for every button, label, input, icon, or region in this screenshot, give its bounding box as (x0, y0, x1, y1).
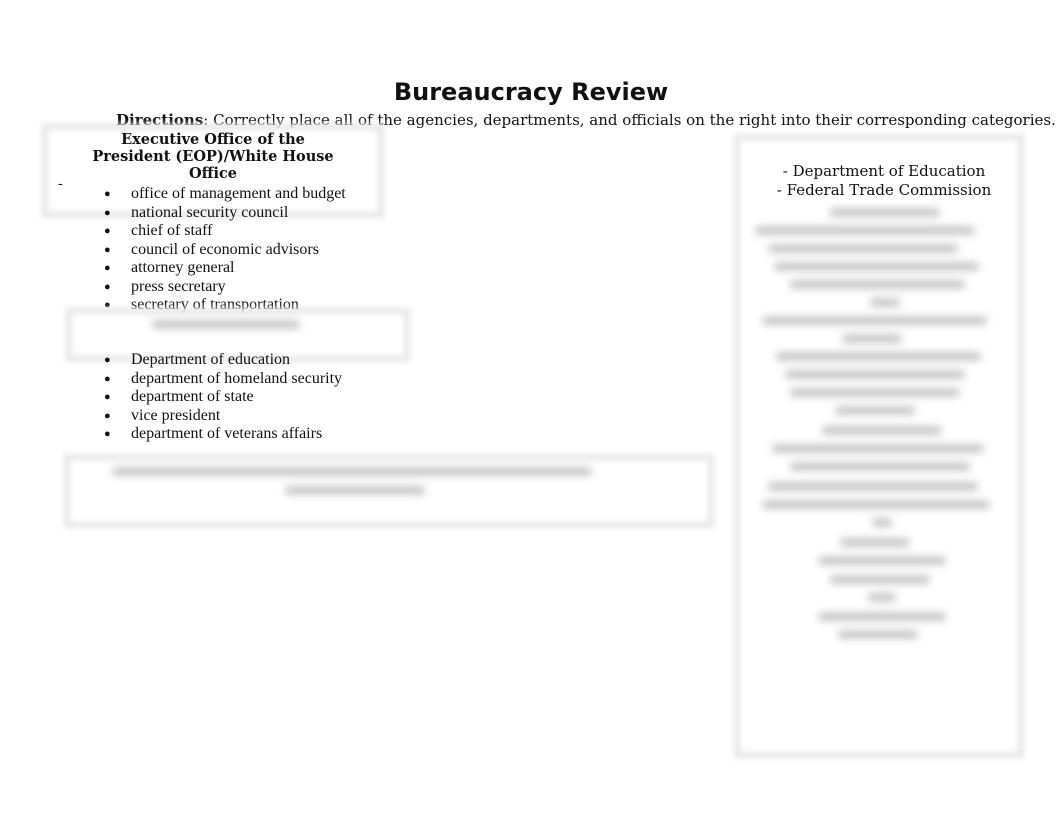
cabinet-list: Department of education department of ho… (104, 351, 342, 444)
list-item: national security council (104, 204, 346, 223)
blurred-heading (112, 467, 592, 476)
word-bank-item: - Federal Trade Commission (776, 181, 992, 199)
page-title: Bureaucracy Review (393, 78, 669, 106)
list-item: department of state (104, 388, 342, 407)
word-bank-item: - Department of Education (782, 162, 986, 180)
eop-list: office of management and budget national… (104, 185, 346, 315)
blurred-heading (285, 486, 425, 495)
list-item: press secretary (104, 278, 346, 297)
blurred-heading (152, 320, 300, 329)
list-item: Department of education (104, 351, 342, 370)
eop-heading: Executive Office of the President (EOP)/… (92, 131, 334, 182)
dash-marker: - (58, 176, 63, 192)
list-item: attorney general (104, 259, 346, 278)
list-item: vice president (104, 407, 342, 426)
list-item: department of homeland security (104, 370, 342, 389)
list-item: office of management and budget (104, 185, 346, 204)
list-item: council of economic advisors (104, 241, 346, 260)
list-item: department of veterans affairs (104, 425, 342, 444)
list-item: chief of staff (104, 222, 346, 241)
